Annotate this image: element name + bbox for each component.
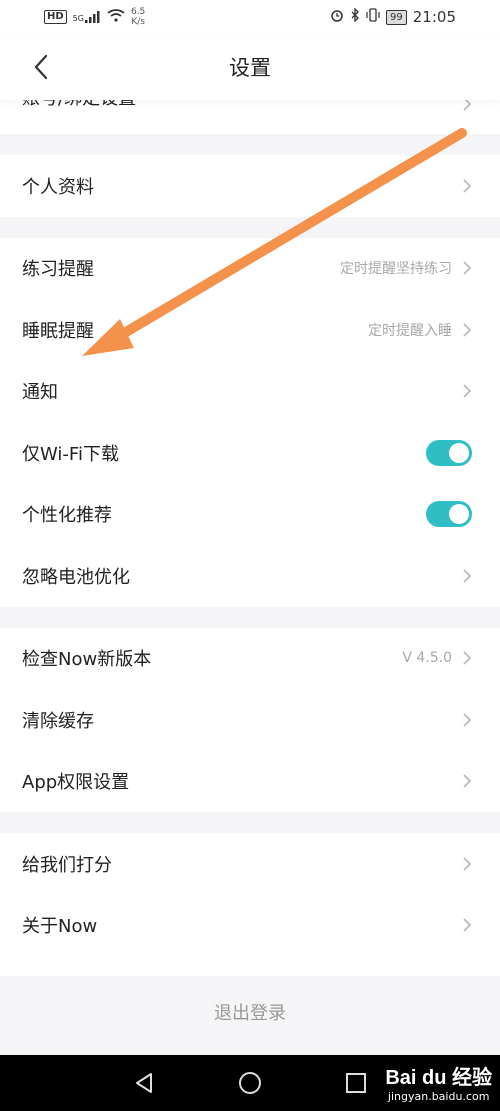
- recents-square-icon: [346, 1073, 366, 1093]
- baidu-jingyan-watermark: Bai du 经验 jingyan.baidu.com: [385, 1061, 492, 1103]
- row-label: 仅Wi-Fi下载: [22, 443, 119, 465]
- group-separator: [0, 134, 500, 155]
- toggle-switch[interactable]: [426, 439, 472, 466]
- back-button[interactable]: [24, 50, 58, 84]
- toggle-knob: [449, 504, 469, 525]
- system-nav-bar: Bai du 经验 jingyan.baidu.com: [0, 1055, 500, 1111]
- chevron-right-icon: [462, 178, 472, 194]
- vibrate-icon: [366, 8, 380, 26]
- network-type: 5G: [72, 14, 84, 23]
- row-label: 通知: [22, 382, 58, 404]
- row-label: 账号/绑定设置: [22, 100, 136, 110]
- row-label: 关于Now: [22, 916, 98, 938]
- hd-badge: HD: [44, 10, 67, 24]
- settings-row-account-binding[interactable]: 账号/绑定设置: [0, 100, 500, 134]
- settings-row[interactable]: 忽略电池优化: [0, 545, 500, 607]
- back-triangle-icon: [136, 1073, 152, 1093]
- group-separator: [0, 812, 500, 833]
- row-value: V 4.5.0: [402, 650, 452, 667]
- page-title: 设置: [229, 56, 271, 80]
- settings-list: 账号/绑定设置 个人资料练习提醒 定时提醒坚持练习睡眠提醒 定时提醒入睡通知仅Wi-…: [0, 100, 500, 1018]
- settings-row[interactable]: 通知: [0, 360, 500, 422]
- chevron-right-icon: [462, 712, 472, 728]
- settings-row[interactable]: 关于Now: [0, 894, 500, 956]
- nav-home-button[interactable]: [236, 1069, 264, 1097]
- toggle-knob: [449, 442, 469, 463]
- settings-row[interactable]: App权限设置: [0, 750, 500, 812]
- chevron-right-icon: [462, 568, 472, 584]
- app-header: 设置: [0, 34, 500, 100]
- row-label: 忽略电池优化: [22, 566, 130, 588]
- group-separator: [0, 216, 500, 238]
- nav-recents-button[interactable]: [342, 1069, 370, 1097]
- settings-row[interactable]: 个人资料: [0, 155, 500, 217]
- back-chevron-icon: [34, 54, 48, 80]
- settings-row[interactable]: 检查Now新版本 V 4.5.0: [0, 627, 500, 689]
- chevron-right-icon: [462, 773, 472, 789]
- row-label: 检查Now新版本: [22, 649, 152, 671]
- row-label: 给我们打分: [22, 854, 112, 876]
- toggle-switch[interactable]: [426, 501, 472, 528]
- row-label: 清除缓存: [22, 710, 94, 732]
- bluetooth-icon: [350, 7, 360, 26]
- settings-row[interactable]: 给我们打分: [0, 833, 500, 895]
- row-label: 个性化推荐: [22, 505, 112, 527]
- row-label: 练习提醒: [22, 259, 94, 281]
- logout-button[interactable]: 退出登录: [0, 976, 500, 1048]
- home-circle-icon: [239, 1072, 261, 1094]
- chevron-right-icon: [462, 856, 472, 872]
- clock: 21:05: [412, 8, 456, 26]
- row-value: 定时提醒入睡: [368, 322, 452, 339]
- signal-icon: 5G: [73, 11, 101, 23]
- row-label: 睡眠提醒: [22, 320, 94, 342]
- status-right: 99 21:05: [330, 7, 456, 26]
- settings-row[interactable]: 练习提醒 定时提醒坚持练习: [0, 237, 500, 299]
- settings-row[interactable]: 清除缓存: [0, 689, 500, 751]
- row-label: 个人资料: [22, 176, 94, 198]
- chevron-right-icon: [462, 100, 472, 112]
- net-speed-value: 6.5: [130, 7, 146, 17]
- battery-icon: 99: [386, 9, 407, 25]
- chevron-right-icon: [462, 260, 472, 276]
- net-speed-unit: K/s: [131, 17, 145, 27]
- chevron-right-icon: [462, 383, 472, 399]
- status-left: HD 5G 6.5 K/s: [44, 7, 145, 27]
- settings-row[interactable]: 睡眠提醒 定时提醒入睡: [0, 299, 500, 361]
- wifi-icon: [107, 8, 125, 26]
- status-bar: HD 5G 6.5 K/s 99 21:05: [0, 0, 500, 34]
- chevron-right-icon: [462, 322, 472, 338]
- settings-group: 练习提醒 定时提醒坚持练习睡眠提醒 定时提醒入睡通知仅Wi-Fi下载 个性化推荐忽略电…: [0, 237, 500, 607]
- chevron-right-icon: [462, 917, 472, 933]
- alarm-icon: [330, 8, 344, 26]
- settings-row[interactable]: 仅Wi-Fi下载: [0, 422, 500, 484]
- settings-groups: 个人资料练习提醒 定时提醒坚持练习睡眠提醒 定时提醒入睡通知仅Wi-Fi下载 个性化推…: [0, 134, 500, 1018]
- settings-row[interactable]: 个性化推荐: [0, 483, 500, 545]
- row-value: 定时提醒坚持练习: [340, 261, 452, 278]
- watermark-logo: Bai du 经验: [385, 1067, 492, 1089]
- net-speed: 6.5 K/s: [131, 7, 145, 27]
- settings-group: 检查Now新版本 V 4.5.0 清除缓存 App权限设置: [0, 627, 500, 812]
- watermark-url: jingyan.baidu.com: [387, 1090, 490, 1103]
- nav-back-button[interactable]: [130, 1069, 158, 1097]
- chevron-right-icon: [462, 650, 472, 666]
- group-separator: [0, 606, 500, 628]
- settings-group: 个人资料: [0, 155, 500, 217]
- row-label: App权限设置: [22, 772, 130, 794]
